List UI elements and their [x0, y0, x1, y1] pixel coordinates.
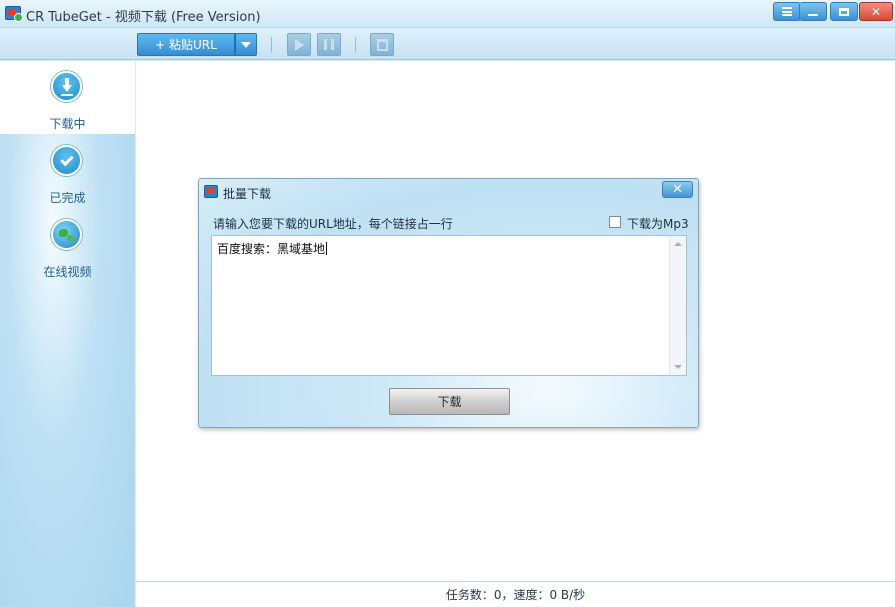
checkmark-icon: [51, 145, 82, 176]
batch-download-dialog: 批量下载 ✕ 请输入您要下载的URL地址，每个链接占一行 下载为Mp3 百度搜索…: [198, 178, 699, 428]
globe-icon: [51, 219, 82, 250]
textarea-scrollbar[interactable]: [669, 236, 686, 375]
menu-icon: [782, 7, 792, 16]
dialog-title: 批量下载: [223, 187, 272, 201]
sidebar: 下载中 已完成 在线视频: [0, 61, 135, 607]
sidebar-item-label: 在线视频: [43, 265, 92, 279]
paste-url-button[interactable]: + 粘贴URL: [137, 33, 235, 56]
minimize-icon: [808, 13, 818, 16]
sidebar-item-online-video[interactable]: 在线视频: [0, 209, 135, 282]
sidebar-item-label: 下载中: [49, 117, 86, 131]
trash-icon: [376, 38, 388, 51]
download-icon: [51, 71, 82, 102]
sidebar-item-completed[interactable]: 已完成: [0, 135, 135, 208]
maximize-icon: [839, 7, 849, 16]
toolbar-divider: [355, 37, 356, 52]
mp3-checkbox[interactable]: [609, 216, 621, 228]
start-button[interactable]: [287, 33, 311, 56]
chevron-down-icon: [241, 41, 251, 48]
download-button[interactable]: 下载: [389, 388, 510, 415]
close-icon: ✕: [672, 182, 683, 197]
scroll-down-icon[interactable]: [674, 365, 682, 369]
mp3-checkbox-label[interactable]: 下载为Mp3: [627, 215, 689, 232]
status-text: 任务数：0，速度：0 B/秒: [445, 588, 586, 602]
maximize-button[interactable]: [830, 2, 858, 21]
sidebar-item-downloading[interactable]: 下载中: [0, 61, 135, 134]
pause-icon: [324, 39, 334, 50]
dialog-title-bar[interactable]: 批量下载 ✕: [199, 179, 698, 206]
close-button[interactable]: ✕: [859, 2, 893, 21]
paste-url-dropdown[interactable]: [235, 33, 257, 56]
close-icon: ✕: [870, 4, 882, 19]
toolbar-divider: [271, 37, 272, 52]
dialog-close-button[interactable]: ✕: [662, 181, 693, 198]
play-icon: [294, 38, 304, 51]
url-prompt-label: 请输入您要下载的URL地址，每个链接占一行: [213, 217, 453, 231]
sidebar-item-label: 已完成: [49, 191, 86, 205]
scroll-up-icon[interactable]: [674, 242, 682, 246]
minimize-button[interactable]: [799, 2, 827, 21]
app-icon: [204, 185, 218, 198]
pause-button[interactable]: [317, 33, 341, 56]
url-textarea-content: 百度搜索：黑域基地: [217, 240, 328, 257]
url-textarea[interactable]: 百度搜索：黑域基地: [211, 235, 687, 376]
delete-button[interactable]: [370, 33, 394, 56]
url-text-value: 百度搜索：黑域基地: [217, 242, 326, 256]
window-title: CR TubeGet - 视频下载 (Free Version): [26, 10, 261, 25]
app-icon: [5, 6, 23, 22]
status-bar: 任务数：0，速度：0 B/秒: [136, 581, 895, 607]
text-caret: [326, 242, 328, 255]
title-bar: CR TubeGet - 视频下载 (Free Version) ✕: [0, 0, 895, 28]
menu-button[interactable]: [773, 2, 801, 21]
toolbar: + 粘贴URL: [0, 28, 895, 60]
